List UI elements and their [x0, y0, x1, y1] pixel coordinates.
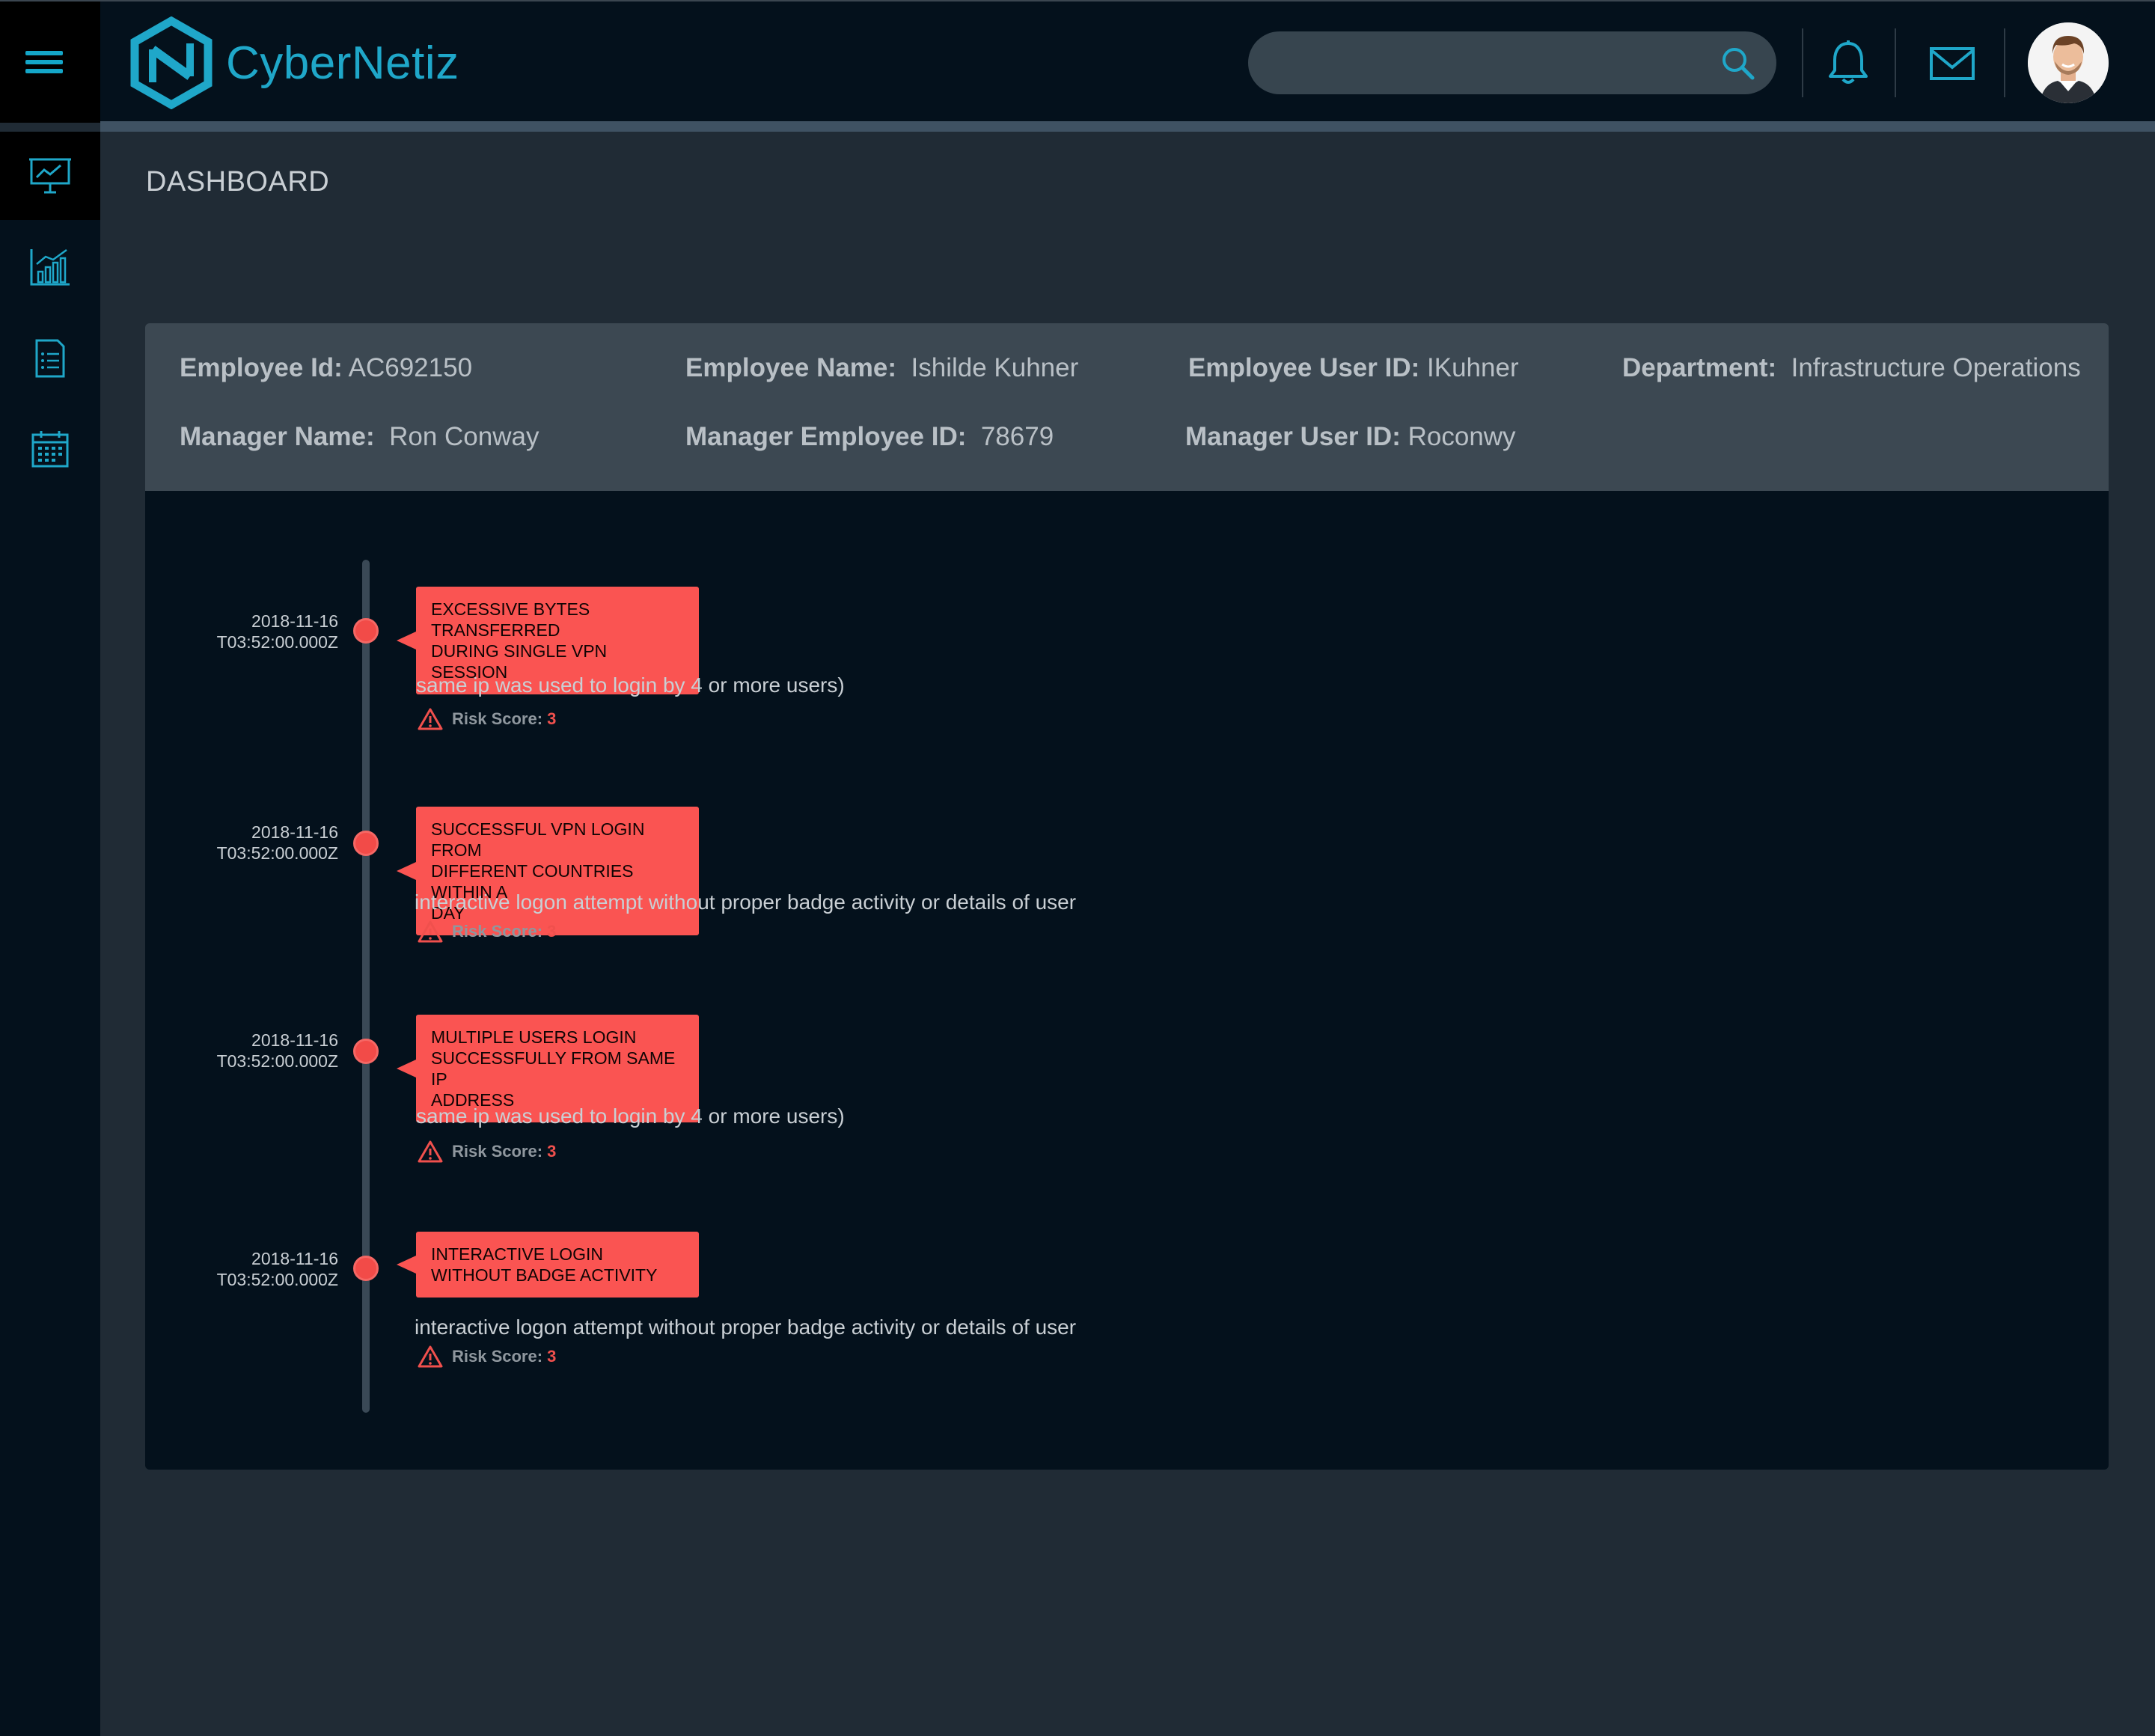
employee-name-value: Ishilde Kuhner — [911, 353, 1079, 382]
menu-button-container — [0, 1, 100, 123]
timeline-marker[interactable] — [353, 831, 379, 856]
employee-id-label: Employee Id: — [180, 353, 343, 382]
manager-user-id-field: Manager User ID: Roconwy — [1185, 422, 1516, 452]
employee-user-id-label: Employee User ID: — [1188, 353, 1420, 382]
bell-icon[interactable] — [1826, 39, 1871, 87]
manager-name-value: Ron Conway — [389, 422, 539, 451]
avatar[interactable] — [2028, 22, 2109, 103]
event-timestamp: 2018-11-16 T03:52:00.000Z — [145, 1030, 338, 1072]
timeline-marker[interactable] — [353, 618, 379, 644]
event-date: 2018-11-16 — [251, 1249, 338, 1268]
employee-user-id-field: Employee User ID: IKuhner — [1188, 353, 1519, 383]
employee-name-label: Employee Name: — [685, 353, 897, 382]
risk-score: Risk Score: 3 — [418, 1345, 556, 1368]
top-bar: CyberNetiz — [0, 0, 2155, 123]
avatar-image — [2028, 22, 2109, 103]
employee-id-field: Employee Id: AC692150 — [180, 353, 472, 383]
warning-icon — [418, 708, 443, 730]
risk-score-value: 3 — [547, 1142, 557, 1161]
manager-name-field: Manager Name: Ron Conway — [180, 422, 539, 452]
sidebar-item-calendar[interactable] — [0, 406, 100, 494]
manager-employee-id-value: 78679 — [980, 422, 1054, 451]
event-title-line: EXCESSIVE BYTES TRANSFERRED — [431, 599, 590, 640]
event-date: 2018-11-16 — [251, 1030, 338, 1050]
event-description: interactive logon attempt without proper… — [415, 1315, 1077, 1339]
event-title-line: INTERACTIVE LOGIN — [431, 1244, 604, 1264]
risk-score-value: 3 — [547, 922, 557, 941]
event-time: T03:52:00.000Z — [216, 1051, 338, 1071]
event-time: T03:52:00.000Z — [216, 843, 338, 863]
calendar-icon — [31, 431, 69, 468]
risk-score-label: Risk Score: — [452, 709, 543, 728]
timeline-event: 2018-11-16 T03:52:00.000Z MULTIPLE USERS… — [145, 1015, 1642, 1202]
timeline-event: 2018-11-16 T03:52:00.000Z INTERACTIVE LO… — [145, 1232, 1642, 1419]
event-description: same ip was used to login by 4 or more u… — [416, 1104, 845, 1128]
menu-icon[interactable] — [25, 51, 63, 73]
event-title-line: SUCCESSFUL VPN LOGIN FROM — [431, 819, 645, 860]
search-bar[interactable] — [1248, 31, 1776, 96]
risk-score: Risk Score: 3 — [418, 1140, 556, 1163]
manager-user-id-label: Manager User ID: — [1185, 422, 1401, 451]
event-date: 2018-11-16 — [251, 611, 338, 631]
presentation-chart-icon — [29, 158, 71, 194]
event-title-tag[interactable]: INTERACTIVE LOGIN WITHOUT BADGE ACTIVITY — [397, 1232, 699, 1298]
risk-score: Risk Score: 3 — [418, 708, 556, 730]
brand-logo[interactable]: CyberNetiz — [129, 16, 459, 109]
risk-score-value: 3 — [547, 709, 557, 728]
department-field: Department: Infrastructure Operations — [1622, 353, 2081, 383]
sidebar-item-reports[interactable] — [0, 314, 100, 403]
app-name: CyberNetiz — [226, 37, 459, 89]
divider — [1895, 28, 1896, 97]
risk-score-label: Risk Score: — [452, 922, 543, 941]
sidebar-item-dashboard[interactable] — [0, 132, 100, 220]
manager-user-id-value: Roconwy — [1407, 422, 1516, 451]
divider — [1802, 28, 1803, 97]
warning-icon — [418, 1345, 443, 1368]
event-description: same ip was used to login by 4 or more u… — [416, 673, 845, 697]
event-title-line: MULTIPLE USERS LOGIN — [431, 1027, 637, 1047]
risk-score-label: Risk Score: — [452, 1142, 543, 1161]
event-timestamp: 2018-11-16 T03:52:00.000Z — [145, 1248, 338, 1290]
timeline-marker[interactable] — [353, 1256, 379, 1281]
event-title-tag[interactable]: SUCCESSFUL VPN LOGIN FROM DIFFERENT COUN… — [397, 807, 699, 935]
risk-score-label: Risk Score: — [452, 1347, 543, 1366]
manager-employee-id-label: Manager Employee ID: — [685, 422, 967, 451]
event-date: 2018-11-16 — [251, 822, 338, 842]
employee-user-id-value: IKuhner — [1427, 353, 1519, 382]
search-icon[interactable] — [1720, 45, 1755, 81]
department-value: Infrastructure Operations — [1791, 353, 2081, 382]
timeline-event: 2018-11-16 T03:52:00.000Z SUCCESSFUL VPN… — [145, 807, 1642, 994]
document-list-icon — [35, 339, 65, 378]
timeline-marker[interactable] — [353, 1039, 379, 1064]
event-description: interactive logon attempt without proper… — [415, 890, 1077, 914]
risk-score-value: 3 — [547, 1347, 557, 1366]
warning-icon — [418, 1140, 443, 1163]
mail-icon[interactable] — [1929, 46, 1975, 81]
event-timestamp: 2018-11-16 T03:52:00.000Z — [145, 611, 338, 652]
cybernetiz-logo-icon — [130, 16, 213, 109]
manager-employee-id-field: Manager Employee ID: 78679 — [685, 422, 1054, 452]
event-timestamp: 2018-11-16 T03:52:00.000Z — [145, 822, 338, 864]
event-time: T03:52:00.000Z — [216, 1270, 338, 1289]
event-title-line: SUCCESSFULLY FROM SAME IP — [431, 1048, 676, 1089]
employee-id-value: AC692150 — [348, 353, 473, 382]
timeline-event: 2018-11-16 T03:52:00.000Z EXCESSIVE BYTE… — [145, 587, 1642, 774]
manager-name-label: Manager Name: — [180, 422, 375, 451]
divider — [2004, 28, 2005, 97]
risk-score: Risk Score: 3 — [418, 920, 556, 943]
department-label: Department: — [1622, 353, 1777, 382]
event-time: T03:52:00.000Z — [216, 632, 338, 652]
event-title-line: WITHOUT BADGE ACTIVITY — [431, 1265, 658, 1285]
header-divider — [100, 121, 2155, 132]
warning-icon — [418, 920, 443, 943]
sidebar-item-analytics[interactable] — [0, 223, 100, 311]
page-title: DASHBOARD — [146, 166, 330, 198]
search-input[interactable] — [1271, 31, 1693, 96]
risk-event-timeline: 2018-11-16 T03:52:00.000Z EXCESSIVE BYTE… — [145, 491, 2109, 1470]
sidebar — [0, 132, 100, 1736]
employee-name-field: Employee Name: Ishilde Kuhner — [685, 353, 1078, 383]
bar-chart-icon — [30, 248, 70, 286]
employee-info-card: Employee Id: AC692150 Employee Name: Ish… — [145, 323, 2109, 491]
